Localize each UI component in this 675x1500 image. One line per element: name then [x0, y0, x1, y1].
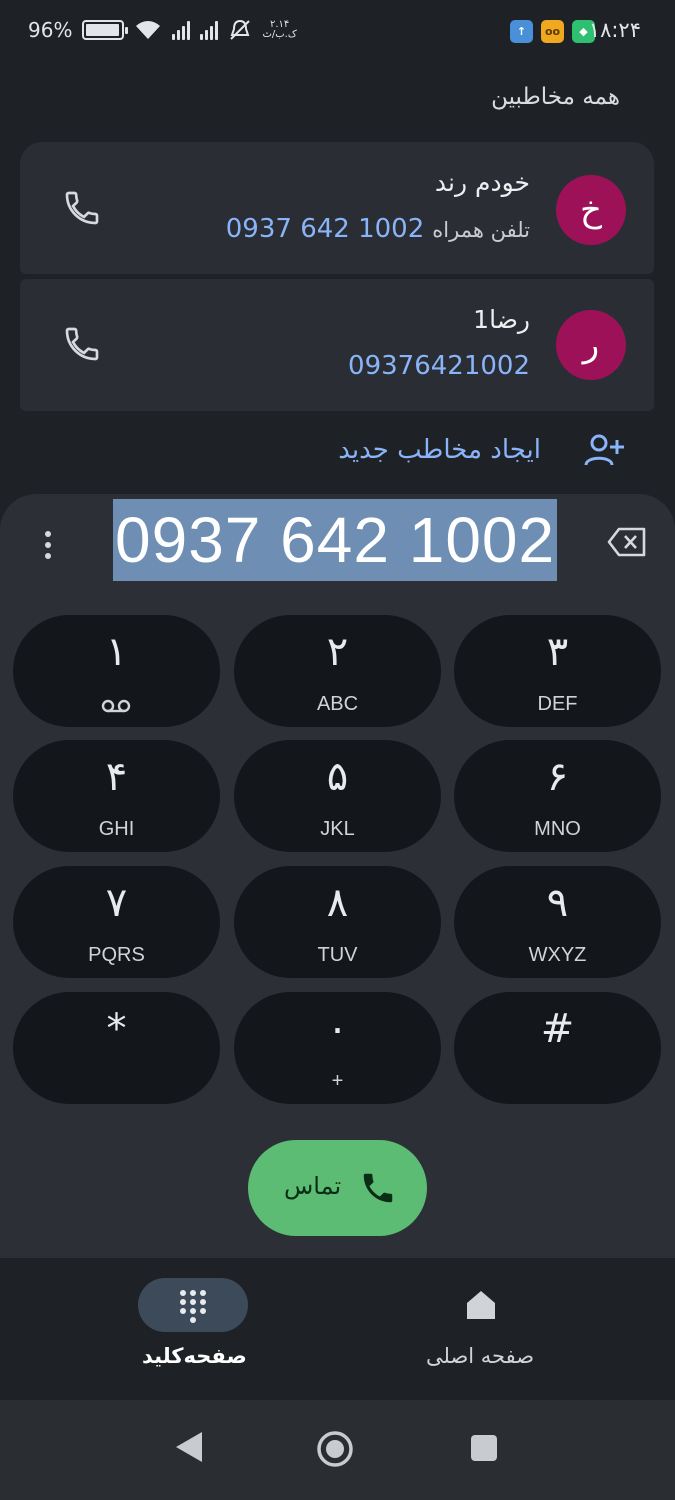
nav-home-label[interactable]: صفحه اصلی: [426, 1344, 534, 1368]
call-button[interactable]: تماس: [248, 1140, 427, 1236]
add-person-icon: [584, 434, 624, 466]
key-1[interactable]: ۱: [13, 615, 220, 727]
more-vert-icon[interactable]: [38, 528, 58, 562]
system-nav: [0, 1400, 675, 1500]
battery-percent: 96%: [28, 18, 73, 42]
phone-icon[interactable]: [62, 188, 102, 228]
dialer-sheet: 0937 642 1002 ۱ ۲ ABC ۳ DEF ۴ GHI ۵ JKL …: [0, 494, 675, 1260]
nav-keypad[interactable]: [138, 1278, 248, 1332]
signal-icon: [172, 20, 191, 40]
create-contact-label: ایجاد مخاطب جدید: [338, 435, 541, 465]
avatar: ر: [556, 310, 626, 380]
contact-name: رضا1: [473, 305, 530, 334]
phone-icon: [363, 1173, 393, 1203]
bottom-nav: صفحه‌کلید صفحه اصلی: [0, 1258, 675, 1400]
contact-number-type: تلفن همراه: [432, 218, 530, 242]
key-9[interactable]: ۹ WXYZ: [454, 866, 661, 978]
key-5[interactable]: ۵ JKL: [234, 740, 441, 852]
home-circle-icon[interactable]: [316, 1430, 354, 1468]
key-7[interactable]: ۷ PQRS: [13, 866, 220, 978]
battery-icon: [82, 20, 129, 40]
phone-icon[interactable]: [62, 324, 102, 364]
key-4[interactable]: ۴ GHI: [13, 740, 220, 852]
key-3[interactable]: ۳ DEF: [454, 615, 661, 727]
muted-bell-icon: [230, 19, 251, 40]
key-hash[interactable]: #: [454, 992, 661, 1104]
contact-card[interactable]: ر رضا1 09376421002: [20, 279, 654, 411]
upload-app-icon: ↑: [510, 20, 533, 43]
key-8[interactable]: ۸ TUV: [234, 866, 441, 978]
back-icon[interactable]: [174, 1430, 204, 1464]
contact-card[interactable]: خ خودم رند تلفن همراه 0937 642 1002: [20, 142, 654, 274]
contact-number: 0937 642 1002: [225, 214, 425, 244]
key-star[interactable]: *: [13, 992, 220, 1104]
dialpad-icon: [180, 1290, 206, 1323]
status-bar: 96% ۲.۱۴ ک.ب/ث ↑ oo ◆ ۱۸:۲۴: [0, 0, 675, 66]
status-time: ۱۸:۲۴: [588, 18, 641, 42]
home-icon[interactable]: [464, 1288, 498, 1322]
key-2[interactable]: ۲ ABC: [234, 615, 441, 727]
call-button-label: تماس: [284, 1172, 342, 1200]
dialed-number[interactable]: 0937 642 1002: [113, 499, 558, 581]
status-left: 96% ۲.۱۴ ک.ب/ث: [28, 18, 297, 42]
contact-line: 09376421002: [348, 351, 530, 381]
network-speed: ۲.۱۴ ک.ب/ث: [262, 19, 297, 40]
contact-name: خودم رند: [434, 168, 530, 197]
contact-line: تلفن همراه 0937 642 1002: [226, 214, 530, 244]
voicemail-icon: [101, 699, 131, 713]
key-0[interactable]: ۰ +: [234, 992, 441, 1104]
avatar: خ: [556, 175, 626, 245]
signal-icon-2: [200, 20, 219, 40]
contact-number: 09376421002: [348, 351, 530, 381]
create-contact-button[interactable]: ایجاد مخاطب جدید: [338, 432, 627, 468]
game-app-icon: oo: [541, 20, 564, 43]
backspace-icon[interactable]: [607, 526, 647, 558]
key-6[interactable]: ۶ MNO: [454, 740, 661, 852]
recents-icon[interactable]: [470, 1434, 498, 1462]
notification-icons: ↑ oo ◆: [510, 20, 595, 43]
all-contacts-header: همه مخاطبین: [491, 84, 620, 110]
nav-keypad-label[interactable]: صفحه‌کلید: [142, 1344, 247, 1368]
wifi-icon: [136, 21, 161, 39]
